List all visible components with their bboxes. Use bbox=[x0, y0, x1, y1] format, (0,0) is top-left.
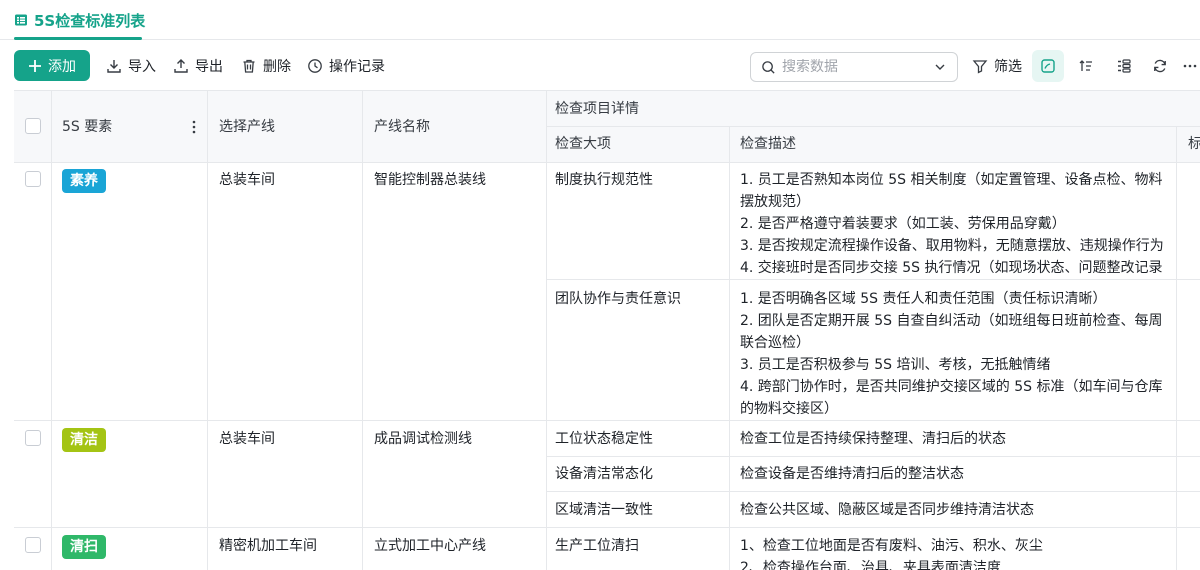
column-menu-icon[interactable] bbox=[192, 120, 196, 134]
check-item-cell: 区域清洁一致性 bbox=[555, 502, 653, 518]
desc-line: 1、检查工位地面是否有废料、油污、积水、灰尘 bbox=[740, 538, 1043, 554]
filter-label: 筛选 bbox=[994, 59, 1022, 75]
line-name-cell: 立式加工中心产线 bbox=[374, 538, 486, 554]
add-button-label: 添加 bbox=[48, 57, 76, 74]
column-header-more[interactable]: 标 bbox=[1188, 133, 1200, 155]
check-desc-cell: 检查公共区域、隐蔽区域是否同步维持清洁状态 bbox=[740, 502, 1034, 518]
search-icon bbox=[762, 60, 775, 74]
more-icon[interactable] bbox=[1180, 50, 1200, 82]
desc-line: 4. 跨部门协作时，是否共同维护交接区域的 5S 标准（如车间与仓库的物料交接区… bbox=[740, 379, 1163, 417]
search-input[interactable] bbox=[782, 59, 922, 75]
check-item-cell: 团队协作与责任意识 bbox=[555, 291, 681, 307]
refresh-button[interactable] bbox=[1144, 50, 1176, 82]
highlight-view-button[interactable] bbox=[1032, 50, 1064, 82]
row-checkbox[interactable] bbox=[25, 430, 41, 446]
column-header-element[interactable]: 5S 要素 bbox=[62, 116, 112, 138]
filter-icon bbox=[972, 60, 988, 74]
sort-button[interactable] bbox=[1070, 50, 1102, 82]
desc-line: 3. 是否按规定流程操作设备、取用物料，无随意摆放、违规操作行为 bbox=[740, 238, 1164, 254]
import-icon bbox=[107, 60, 121, 73]
check-desc-cell: 1. 是否明确各区域 5S 责任人和责任范围（责任标识清晰） 2. 团队是否定期… bbox=[740, 288, 1170, 420]
check-item-cell: 制度执行规范性 bbox=[555, 172, 653, 188]
column-header-line-select[interactable]: 选择产线 bbox=[219, 116, 275, 138]
group-button[interactable] bbox=[1108, 50, 1140, 82]
row-checkbox[interactable] bbox=[25, 171, 41, 187]
data-table: 5S 要素 选择产线 产线名称 检查项目详情 检查大项 检查描述 标 素养 总装… bbox=[14, 90, 1200, 570]
column-header-item[interactable]: 检查大项 bbox=[555, 133, 611, 155]
export-label: 导出 bbox=[195, 59, 223, 75]
filter-button[interactable]: 筛选 bbox=[972, 50, 1022, 82]
ellipsis-icon bbox=[1183, 64, 1197, 68]
export-icon bbox=[174, 59, 188, 73]
delete-label: 删除 bbox=[263, 59, 291, 75]
element-tag: 素养 bbox=[62, 169, 106, 193]
trash-icon bbox=[243, 59, 255, 73]
check-desc-cell: 1、检查工位地面是否有废料、油污、积水、灰尘 2、检查操作台面、治具、夹具表面清… bbox=[740, 535, 1170, 570]
desc-line: 2、检查操作台面、治具、夹具表面清洁度 bbox=[740, 560, 1001, 570]
check-item-cell: 设备清洁常态化 bbox=[555, 466, 653, 482]
element-tag: 清洁 bbox=[62, 428, 106, 452]
operation-log-label: 操作记录 bbox=[329, 59, 385, 75]
tab-active-indicator bbox=[14, 37, 142, 40]
plus-icon bbox=[29, 59, 41, 72]
check-desc-cell: 检查工位是否持续保持整理、清扫后的状态 bbox=[740, 431, 1006, 447]
column-header-line-name[interactable]: 产线名称 bbox=[374, 116, 430, 138]
check-item-cell: 生产工位清扫 bbox=[555, 538, 639, 554]
select-all-checkbox[interactable] bbox=[25, 118, 41, 134]
check-item-cell: 工位状态稳定性 bbox=[555, 431, 653, 447]
desc-line: 2. 团队是否定期开展 5S 自查自纠活动（如班组每日班前检查、每周联合巡检） bbox=[740, 313, 1163, 351]
row-checkbox[interactable] bbox=[25, 537, 41, 553]
desc-line: 1. 是否明确各区域 5S 责任人和责任范围（责任标识清晰） bbox=[740, 291, 1107, 307]
column-group-header-detail: 检查项目详情 bbox=[555, 101, 639, 117]
tab-title: 5S检查标准列表 bbox=[34, 11, 146, 30]
desc-line: 3. 员工是否积极参与 5S 培训、考核，无抵触情绪 bbox=[740, 357, 1051, 373]
table-icon bbox=[15, 14, 27, 26]
line-name-cell: 智能控制器总装线 bbox=[374, 172, 486, 188]
add-button[interactable]: 添加 bbox=[14, 50, 90, 81]
clock-icon bbox=[308, 59, 322, 73]
export-button[interactable]: 导出 bbox=[173, 50, 223, 82]
operation-log-button[interactable]: 操作记录 bbox=[307, 50, 385, 82]
check-desc-cell: 1. 员工是否熟知本岗位 5S 相关制度（如定置管理、设备点检、物料摆放规范） … bbox=[740, 169, 1170, 279]
chevron-down-icon[interactable] bbox=[933, 60, 947, 74]
group-icon bbox=[1118, 59, 1131, 73]
refresh-icon bbox=[1154, 59, 1166, 73]
search-box[interactable] bbox=[750, 52, 958, 82]
desc-line: 4. 交接班时是否同步交接 5S 执行情况（如现场状态、问题整改记录 bbox=[740, 260, 1163, 276]
workshop-cell: 总装车间 bbox=[219, 172, 275, 188]
desc-line: 2. 是否严格遵守着装要求（如工装、劳保用品穿戴） bbox=[740, 216, 1066, 232]
delete-button[interactable]: 删除 bbox=[241, 50, 291, 82]
tab-bar: 5S检查标准列表 bbox=[0, 0, 1200, 40]
line-name-cell: 成品调试检测线 bbox=[374, 431, 472, 447]
workshop-cell: 总装车间 bbox=[219, 431, 275, 447]
column-header-desc[interactable]: 检查描述 bbox=[740, 133, 796, 155]
element-tag: 清扫 bbox=[62, 535, 106, 559]
import-button[interactable]: 导入 bbox=[106, 50, 156, 82]
desc-line: 1. 员工是否熟知本岗位 5S 相关制度（如定置管理、设备点检、物料摆放规范） bbox=[740, 172, 1163, 210]
import-label: 导入 bbox=[128, 59, 156, 75]
highlight-icon bbox=[1041, 59, 1055, 73]
sort-icon bbox=[1079, 60, 1092, 71]
tab-5s-standard-list[interactable]: 5S检查标准列表 bbox=[14, 0, 145, 40]
check-desc-cell: 检查设备是否维持清扫后的整洁状态 bbox=[740, 466, 964, 482]
toolbar: 添加 导入 导出 删除 操作记录 筛选 bbox=[0, 50, 1200, 82]
workshop-cell: 精密机加工车间 bbox=[219, 538, 317, 554]
